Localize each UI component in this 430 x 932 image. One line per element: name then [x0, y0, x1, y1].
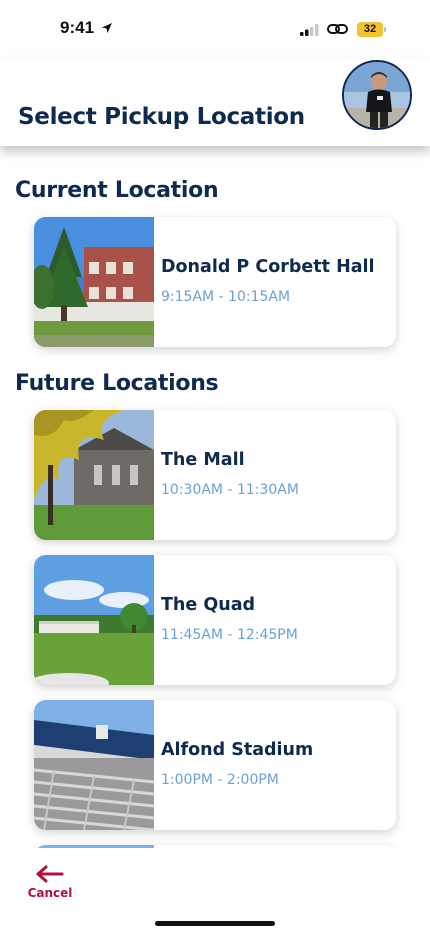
location-hours: 9:15AM - 10:15AM [161, 289, 291, 305]
page-title: Select Pickup Location [18, 104, 305, 130]
location-photo [34, 700, 154, 830]
location-name: Alfond Stadium [161, 740, 314, 760]
personal-hotspot-icon [327, 24, 348, 34]
location-arrow-icon [102, 23, 112, 33]
cancel-button[interactable]: Cancel [24, 864, 76, 904]
location-photo [34, 217, 154, 347]
location-card-alfond-stadium[interactable]: Alfond Stadium 1:00PM - 2:00PM [34, 700, 396, 830]
avatar[interactable] [342, 60, 412, 130]
location-hours: 11:45AM - 12:45PM [161, 627, 298, 643]
location-hours: 1:00PM - 2:00PM [161, 772, 279, 788]
location-hours: 10:30AM - 11:30AM [161, 482, 299, 498]
location-photo [34, 555, 154, 685]
location-card-the-quad[interactable]: The Quad 11:45AM - 12:45PM [34, 555, 396, 685]
location-name: The Mall [161, 450, 245, 470]
location-name: Donald P Corbett Hall [161, 257, 375, 277]
bottom-bar: Cancel [0, 848, 430, 932]
home-indicator [155, 921, 275, 926]
arrow-left-icon [36, 865, 64, 883]
status-bar: 9:41 32 [0, 0, 430, 58]
battery-percentage: 32 [363, 23, 377, 35]
location-card-the-mall[interactable]: The Mall 10:30AM - 11:30AM [34, 410, 396, 540]
avatar-photo [344, 62, 410, 128]
location-photo [34, 410, 154, 540]
status-time: 9:41 [60, 18, 95, 37]
location-name: The Quad [161, 595, 256, 615]
cancel-label: Cancel [27, 886, 73, 900]
battery-icon: 32 [357, 22, 387, 37]
location-card-corbett-hall[interactable]: Donald P Corbett Hall 9:15AM - 10:15AM [34, 217, 396, 347]
section-title-future: Future Locations [15, 371, 219, 396]
cellular-signal-icon [300, 24, 319, 36]
header: Select Pickup Location [0, 58, 430, 146]
section-title-current: Current Location [15, 178, 219, 203]
